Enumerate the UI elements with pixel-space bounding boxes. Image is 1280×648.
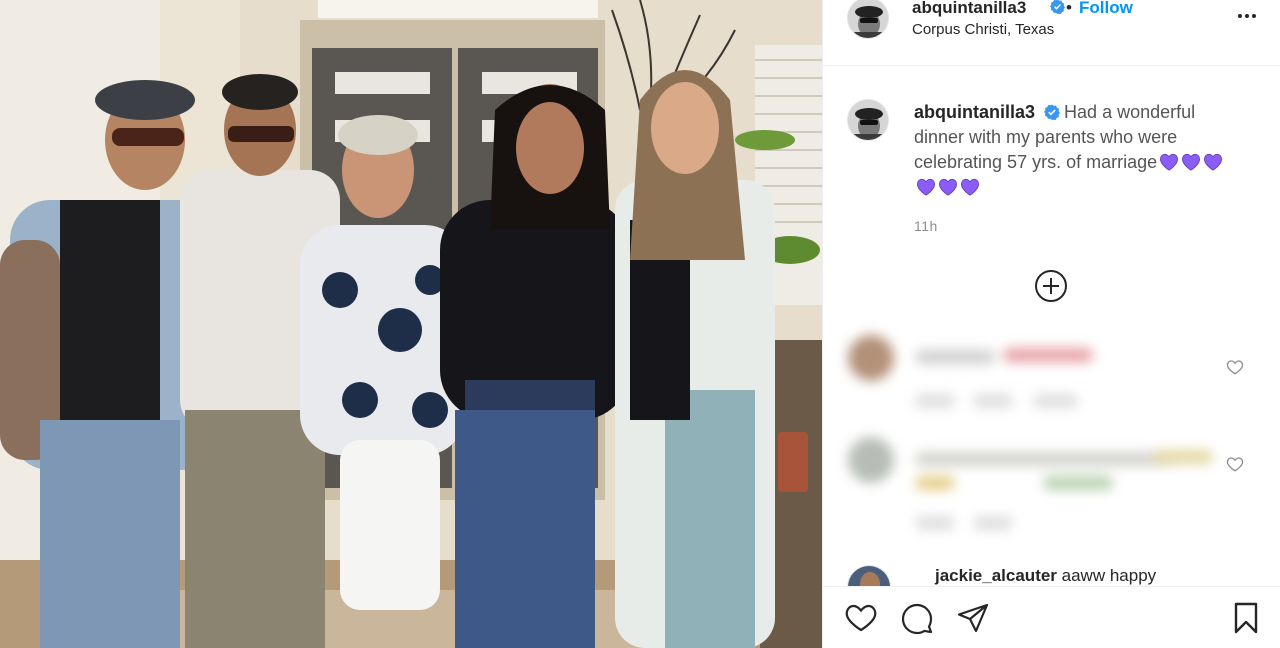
blurred-comment (843, 330, 1263, 420)
comment-text: jackie_alcauter aaww happy (935, 566, 1156, 586)
header-separator: • (1066, 0, 1072, 17)
post-location[interactable]: Corpus Christi, Texas (912, 21, 1054, 38)
bookmark-icon[interactable] (1229, 601, 1263, 635)
purple-heart-icon (916, 178, 936, 196)
commenter-avatar[interactable] (847, 565, 891, 586)
commenter-username[interactable]: jackie_alcauter (935, 566, 1057, 585)
post-caption: abquintanilla3 Had a wonderful dinner wi… (914, 100, 1244, 200)
action-bar (823, 586, 1280, 648)
comment-item: jackie_alcauter aaww happy (843, 562, 1263, 586)
caption-username[interactable]: abquintanilla3 (914, 102, 1035, 122)
follow-button[interactable]: Follow (1079, 0, 1133, 18)
author-verified-badge (1046, 0, 1065, 17)
family-photo-illustration (0, 0, 822, 648)
purple-heart-icon (1182, 153, 1201, 171)
purple-heart-icon (1160, 153, 1179, 171)
author-username[interactable]: abquintanilla3 (912, 0, 1026, 18)
post-timestamp[interactable]: 11h (914, 218, 938, 234)
heart-outline-icon[interactable] (1226, 358, 1244, 376)
heart-outline-icon[interactable] (1226, 455, 1244, 473)
purple-heart-icon (960, 178, 980, 196)
post-photo[interactable] (0, 0, 822, 648)
comment-bubble-icon[interactable] (900, 601, 934, 635)
purple-heart-icon (1204, 153, 1223, 171)
more-options-icon[interactable] (1235, 4, 1259, 28)
paper-plane-icon[interactable] (956, 601, 990, 635)
post-header: abquintanilla3 • Follow Corpus Christi, … (823, 0, 1280, 66)
plus-circle-icon[interactable] (1034, 269, 1068, 303)
verified-badge-icon (1044, 104, 1061, 120)
comment-body: aaww happy (1056, 566, 1157, 585)
verified-badge-icon (1050, 0, 1065, 14)
post-details-panel: abquintanilla3 • Follow Corpus Christi, … (822, 0, 1280, 648)
purple-heart-icon (938, 178, 958, 196)
caption-author-avatar[interactable] (847, 99, 889, 141)
blurred-comment (843, 432, 1263, 530)
author-avatar[interactable] (847, 0, 889, 39)
heart-outline-icon[interactable] (844, 601, 878, 635)
